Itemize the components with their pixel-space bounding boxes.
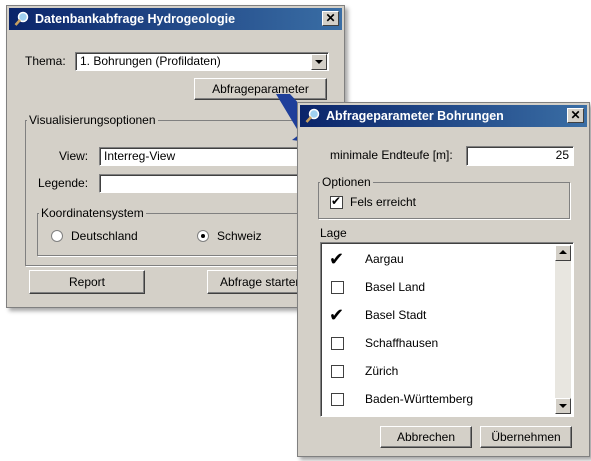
fels-check-mark: ✔ xyxy=(331,194,342,208)
theme-label: Thema: xyxy=(25,54,66,68)
cancel-button[interactable]: Abbrechen xyxy=(380,426,472,448)
lage-item-label: Basel Land xyxy=(365,280,426,294)
min-depth-value: 25 xyxy=(555,148,569,162)
chevron-down-icon[interactable] xyxy=(311,54,327,70)
radio-schweiz-label[interactable]: Schweiz xyxy=(217,229,262,243)
theme-value: 1. Bohrungen (Profildaten) xyxy=(80,54,221,68)
radio-deutschland-label[interactable]: Deutschland xyxy=(71,229,138,243)
magnifier-icon xyxy=(305,108,320,123)
min-depth-field[interactable]: 25 xyxy=(466,146,574,166)
lage-item-label: Basel Stadt xyxy=(365,308,427,322)
lage-item-label: Baden-Württemberg xyxy=(365,392,474,406)
visualization-group-title: Visualisierungsoptionen xyxy=(27,113,158,127)
lage-list[interactable]: ✔ Aargau Basel Land ✔ Basel Stadt Schaffhause… xyxy=(320,242,574,417)
view-label: View: xyxy=(59,149,89,163)
legend-field[interactable] xyxy=(99,174,299,193)
radio-schweiz[interactable] xyxy=(197,230,209,242)
lage-item[interactable]: ✔ Aargau xyxy=(329,249,549,269)
main-close-button[interactable]: ✕ xyxy=(322,11,339,26)
lage-item-label: Zürich xyxy=(365,364,399,378)
params-title: Abfrageparameter Bohrungen xyxy=(326,109,504,123)
main-titlebar[interactable]: Datenbankabfrage Hydrogeologie ✕ xyxy=(9,8,342,30)
options-group-title: Optionen xyxy=(320,175,373,189)
params-window: Abfrageparameter Bohrungen ✕ minimale En… xyxy=(297,102,590,457)
scroll-up-icon[interactable] xyxy=(555,245,571,261)
lage-item-label: Schaffhausen xyxy=(365,336,439,350)
lage-item[interactable]: Basel Land xyxy=(329,277,549,297)
fels-checkbox[interactable]: ✔ xyxy=(330,194,343,209)
scroll-down-icon[interactable] xyxy=(555,398,571,414)
radio-deutschland[interactable] xyxy=(51,230,63,242)
min-depth-label: minimale Endteufe [m]: xyxy=(330,148,453,162)
params-close-button[interactable]: ✕ xyxy=(567,108,584,123)
check-mark-icon: ✔ xyxy=(329,249,345,269)
fels-label[interactable]: Fels erreicht xyxy=(350,195,416,209)
theme-select[interactable]: 1. Bohrungen (Profildaten) xyxy=(75,52,329,71)
view-field[interactable]: Interreg-View xyxy=(99,147,299,166)
coordinate-group-title: Koordinatensystem xyxy=(39,206,146,220)
lage-item[interactable]: ✔ Basel Stadt xyxy=(329,305,549,325)
check-mark-icon: ✔ xyxy=(329,305,345,325)
lage-item-label: Aargau xyxy=(365,252,404,266)
legend-label: Legende: xyxy=(38,176,89,190)
view-value: Interreg-View xyxy=(104,149,176,163)
report-button[interactable]: Report xyxy=(29,270,145,294)
lage-label: Lage xyxy=(320,226,347,240)
params-titlebar[interactable]: Abfrageparameter Bohrungen ✕ xyxy=(300,105,587,127)
apply-button[interactable]: Übernehmen xyxy=(480,426,572,448)
lage-scrollbar[interactable] xyxy=(555,245,571,414)
lage-item[interactable]: Schaffhausen xyxy=(329,333,549,353)
start-query-label: Abfrage starten xyxy=(220,275,303,289)
lage-checkbox[interactable] xyxy=(331,365,344,378)
lage-checkbox[interactable] xyxy=(331,281,344,294)
magnifier-icon xyxy=(14,11,29,26)
main-title: Datenbankabfrage Hydrogeologie xyxy=(35,12,236,26)
lage-item[interactable]: Zürich xyxy=(329,361,549,381)
main-window: Datenbankabfrage Hydrogeologie ✕ Thema: … xyxy=(6,5,345,308)
lage-checkbox[interactable] xyxy=(331,393,344,406)
lage-item[interactable]: Baden-Württemberg xyxy=(329,389,549,409)
lage-checkbox[interactable] xyxy=(331,337,344,350)
